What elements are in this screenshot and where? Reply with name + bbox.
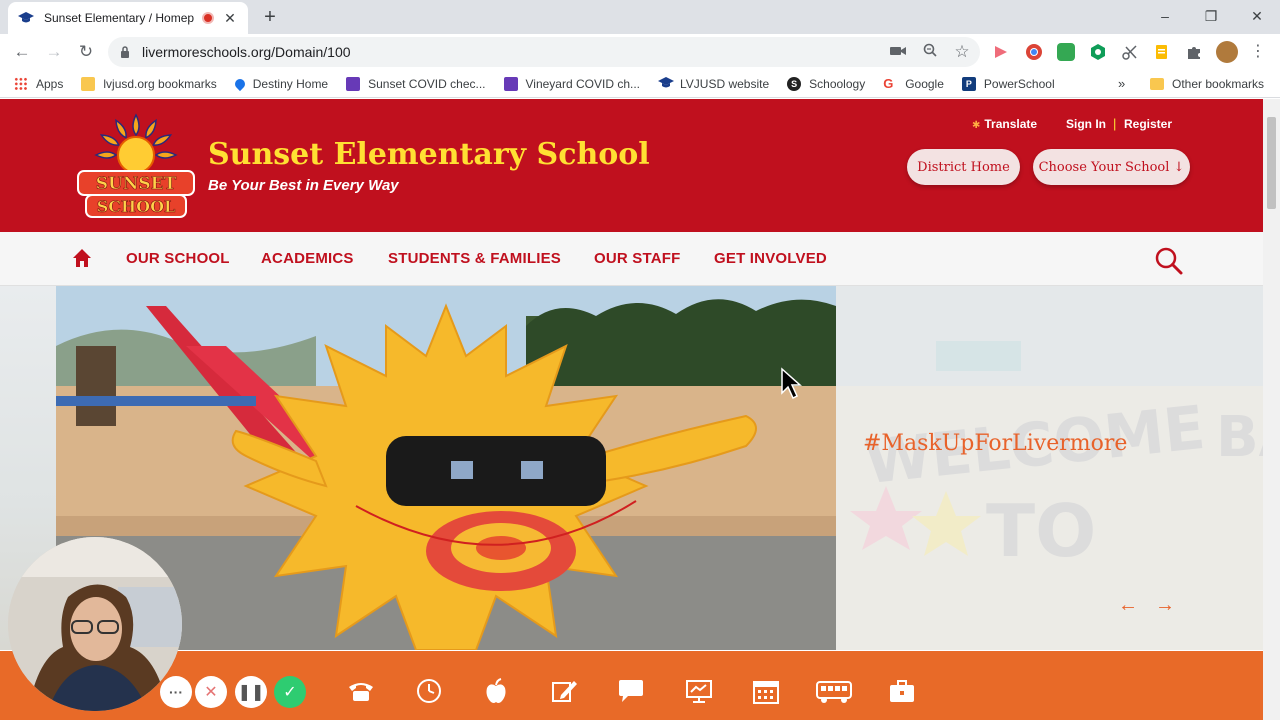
register-link[interactable]: Register — [1124, 117, 1172, 131]
mortarboard-icon — [658, 76, 674, 91]
nav-our-school[interactable]: OUR SCHOOL — [126, 250, 230, 267]
star-icon[interactable]: ☆ — [952, 42, 972, 62]
hero-next-slide: WELCOME TO BA — [836, 286, 1263, 650]
carousel-prev-button[interactable]: ← — [1118, 594, 1138, 617]
scrollbar-thumb[interactable] — [1267, 117, 1276, 209]
bookmark-schoology[interactable]: S Schoology — [787, 76, 865, 91]
tab-title: Sunset Elementary / Homepa — [44, 11, 194, 25]
web-page: SUNSET SCHOOL Sunset Elementary School B… — [0, 99, 1263, 720]
extensions-puzzle-icon[interactable] — [1185, 43, 1203, 61]
powerschool-icon: P — [961, 76, 976, 91]
extension-chrome-icon[interactable] — [1025, 43, 1043, 61]
pause-icon[interactable]: ❚❚ — [235, 676, 267, 708]
chat-icon[interactable] — [616, 677, 646, 705]
bookmark-vineyard-covid[interactable]: Vineyard COVID ch... — [503, 76, 640, 91]
reload-icon[interactable]: ↻ — [74, 40, 98, 64]
other-bookmarks[interactable]: Other bookmarks — [1150, 70, 1264, 98]
back-icon[interactable]: ← — [10, 40, 34, 64]
tab-strip: Sunset Elementary / Homepa ✕ + – ❐ ✕ — [0, 0, 1280, 34]
district-home-button[interactable]: District Home — [907, 149, 1020, 185]
extension-scissors-icon[interactable] — [1121, 43, 1139, 61]
bus-icon[interactable] — [815, 677, 853, 705]
svg-text:SUNSET: SUNSET — [96, 174, 177, 194]
header-link-separator: | — [1113, 116, 1117, 131]
hero-hashtag: #MaskUpForLivermore — [863, 431, 1128, 456]
search-icon[interactable] — [1154, 246, 1184, 276]
destiny-icon — [232, 76, 247, 91]
bookmark-destiny[interactable]: Destiny Home — [232, 76, 328, 91]
bookmarks-bar: Apps lvjusd.org bookmarks Destiny Home S… — [0, 70, 1280, 98]
restore-button[interactable]: ❐ — [1188, 4, 1234, 28]
school-tagline: Be Your Best in Every Way — [208, 177, 399, 194]
lock-icon — [120, 46, 132, 58]
webcam-bubble[interactable] — [8, 537, 182, 711]
edit-icon[interactable] — [549, 677, 579, 705]
bookmark-lvjusd[interactable]: lvjusd.org bookmarks — [81, 76, 217, 91]
bookmark-lvjusd-website[interactable]: LVJUSD website — [658, 76, 769, 91]
page-scrollbar[interactable] — [1263, 99, 1280, 720]
cancel-icon[interactable]: ✕ — [195, 676, 227, 708]
menu-icon[interactable]: ⋮ — [1248, 42, 1268, 62]
bookmark-google[interactable]: G Google — [883, 75, 944, 91]
bookmark-apps[interactable]: Apps — [14, 76, 63, 91]
new-tab-button[interactable]: + — [258, 6, 282, 28]
folder-icon — [1150, 78, 1164, 90]
recording-icon — [202, 12, 214, 24]
forward-icon[interactable]: → — [42, 40, 66, 64]
briefcase-icon[interactable] — [887, 677, 917, 705]
calendar-icon[interactable] — [751, 677, 781, 705]
home-icon[interactable] — [72, 248, 92, 268]
folder-icon — [81, 76, 96, 91]
main-nav: OUR SCHOOL ACADEMICS STUDENTS & FAMILIES… — [0, 232, 1263, 286]
presentation-icon[interactable] — [684, 677, 714, 705]
nav-get-involved[interactable]: GET INVOLVED — [714, 250, 827, 267]
hero-carousel: WELCOME TO BA #MaskUpForLivermore ← → — [0, 286, 1263, 650]
sign-in-link[interactable]: Sign In — [1066, 117, 1106, 131]
translate-icon: ✱ — [972, 120, 981, 131]
phone-icon[interactable] — [346, 677, 376, 705]
svg-text:SCHOOL: SCHOOL — [97, 197, 176, 216]
clock-icon[interactable] — [414, 677, 444, 705]
apple-icon[interactable] — [481, 677, 511, 705]
schoology-icon: S — [787, 76, 802, 91]
done-icon[interactable]: ✓ — [274, 676, 306, 708]
more-icon[interactable]: ··· — [160, 676, 192, 708]
choose-school-button[interactable]: Choose Your School ↓ — [1033, 149, 1190, 185]
carousel-next-button[interactable]: → — [1155, 594, 1175, 617]
extension-green-icon[interactable] — [1057, 43, 1075, 61]
school-logo[interactable]: SUNSET SCHOOL — [72, 111, 200, 221]
form-icon — [346, 76, 361, 91]
url-text: livermoreschools.org/Domain/100 — [142, 44, 351, 60]
nav-our-staff[interactable]: OUR STAFF — [594, 250, 681, 267]
window-close-button[interactable]: ✕ — [1234, 4, 1280, 28]
minimize-button[interactable]: – — [1142, 4, 1188, 28]
translate-link[interactable]: ✱ Translate — [972, 117, 1037, 131]
mortarboard-icon — [18, 10, 34, 26]
nav-students-families[interactable]: STUDENTS & FAMILIES — [388, 250, 561, 267]
form-icon — [503, 76, 518, 91]
browser-tab[interactable]: Sunset Elementary / Homepa ✕ — [8, 2, 248, 34]
extension-docs-icon[interactable] — [1153, 43, 1171, 61]
extension-screencast-icon[interactable] — [992, 43, 1010, 61]
bookmark-powerschool[interactable]: P PowerSchool — [961, 76, 1055, 91]
bookmarks-overflow-button[interactable]: » — [1118, 76, 1125, 91]
bookmark-sunset-covid[interactable]: Sunset COVID chec... — [346, 76, 486, 91]
tab-close-icon[interactable]: ✕ — [222, 10, 238, 27]
zoom-icon[interactable] — [920, 42, 940, 62]
svg-text:BA: BA — [1216, 405, 1263, 470]
browser-toolbar: ← → ↻ livermoreschools.org/Domain/100 ☆ … — [0, 34, 1280, 70]
camera-icon[interactable] — [888, 42, 908, 62]
profile-avatar[interactable] — [1216, 41, 1238, 63]
address-bar[interactable]: livermoreschools.org/Domain/100 — [108, 37, 980, 67]
google-icon: G — [883, 75, 894, 91]
mouse-cursor-icon — [781, 367, 802, 400]
extension-hex-icon[interactable] — [1089, 43, 1107, 61]
site-header: SUNSET SCHOOL Sunset Elementary School B… — [0, 99, 1263, 232]
nav-academics[interactable]: ACADEMICS — [261, 250, 354, 267]
school-name[interactable]: Sunset Elementary School — [208, 137, 650, 172]
svg-text:TO: TO — [986, 489, 1096, 573]
apps-grid-icon — [14, 76, 28, 91]
